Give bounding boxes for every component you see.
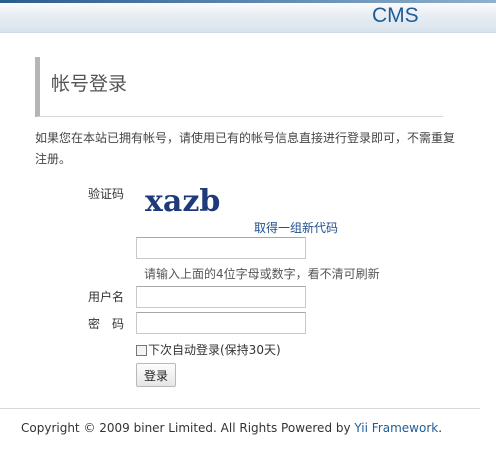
yii-framework-link[interactable]: Yii Framework <box>354 421 438 435</box>
captcha-label: 验证码 <box>88 187 125 201</box>
intro-text: 如果您在本站已拥有帐号，请使用已有的帐号信息直接进行登录即可，不需重复注册。 <box>35 131 456 166</box>
footer-copyright: Copyright © 2009 biner Limited. All Righ… <box>21 421 355 435</box>
captcha-image[interactable]: xazb <box>143 178 223 218</box>
username-label: 用户名 <box>88 290 125 304</box>
remember-me-checkbox[interactable] <box>136 345 147 356</box>
site-footer: Copyright © 2009 biner Limited. All Righ… <box>21 421 442 435</box>
password-label: 密 码 <box>88 317 125 331</box>
captcha-hint: 请输入上面的4位字母或数字，看不清可刷新 <box>144 267 380 281</box>
username-input[interactable] <box>136 286 306 308</box>
captcha-input[interactable] <box>136 237 306 259</box>
refresh-captcha-link[interactable]: 取得一组新代码 <box>254 219 338 236</box>
password-input[interactable] <box>136 312 306 334</box>
page-heading: 帐号登录 <box>35 57 443 117</box>
remember-me-option[interactable]: 下次自动登录(保持30天) <box>136 342 281 358</box>
page-title: 帐号登录 <box>51 73 128 95</box>
site-header: CMS <box>0 0 496 33</box>
captcha-text: xazb <box>145 184 220 218</box>
remember-me-label: 下次自动登录(保持30天) <box>148 343 281 357</box>
login-button[interactable]: 登录 <box>136 363 176 387</box>
header-accent-bar <box>0 0 496 3</box>
footer-suffix: . <box>438 421 443 435</box>
footer-divider <box>0 408 480 409</box>
site-logo[interactable]: CMS <box>372 3 419 29</box>
